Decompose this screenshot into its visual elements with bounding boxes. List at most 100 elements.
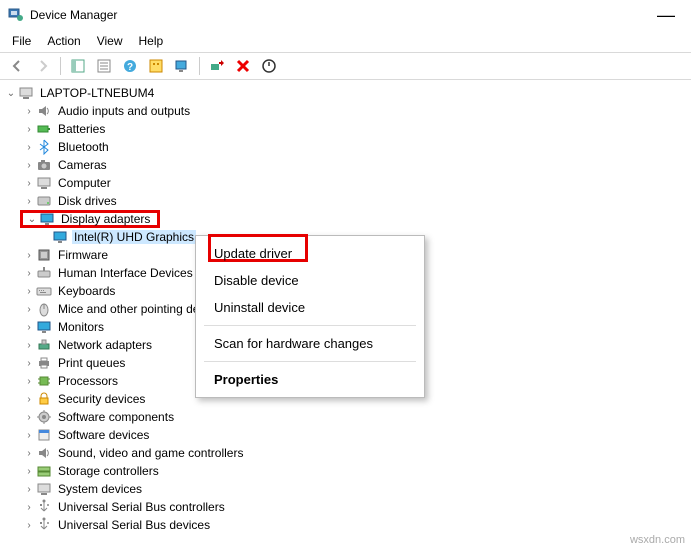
battery-icon	[36, 121, 52, 137]
tree-item-sound[interactable]: › Sound, video and game controllers	[4, 444, 691, 462]
expand-icon[interactable]: ›	[22, 160, 36, 171]
tree-item-label: Security devices	[56, 392, 147, 406]
app-icon	[8, 7, 24, 23]
ctx-uninstall-device[interactable]: Uninstall device	[196, 294, 424, 321]
monitor-icon	[36, 319, 52, 335]
ctx-disable-device[interactable]: Disable device	[196, 267, 424, 294]
mouse-icon	[36, 301, 52, 317]
help-button[interactable]: ?	[119, 55, 141, 77]
system-icon	[36, 481, 52, 497]
ctx-properties[interactable]: Properties	[196, 366, 424, 393]
update-driver-button[interactable]	[206, 55, 228, 77]
camera-icon	[36, 157, 52, 173]
audio-icon	[36, 103, 52, 119]
component-icon	[36, 409, 52, 425]
menubar: File Action View Help	[0, 30, 691, 52]
uninstall-button[interactable]	[232, 55, 254, 77]
expand-icon[interactable]: ›	[22, 124, 36, 135]
expand-icon[interactable]: ›	[22, 466, 36, 477]
expand-icon[interactable]: ›	[22, 340, 36, 351]
expand-icon[interactable]: ›	[22, 376, 36, 387]
toolbar-separator	[60, 57, 61, 75]
cpu-icon	[36, 373, 52, 389]
tree-item-bluetooth[interactable]: › Bluetooth	[4, 138, 691, 156]
tree-item-label: Sound, video and game controllers	[56, 446, 245, 460]
tree-item-label: Software devices	[56, 428, 151, 442]
keyboard-icon	[36, 283, 52, 299]
properties-button[interactable]	[93, 55, 115, 77]
tree-item-disk-drives[interactable]: ›Disk drives	[4, 192, 691, 210]
printer-icon	[36, 355, 52, 371]
ctx-scan-hardware[interactable]: Scan for hardware changes	[196, 330, 424, 357]
tree-item-label: Print queues	[56, 356, 127, 370]
computer-icon	[18, 85, 34, 101]
expand-icon[interactable]: ›	[22, 502, 36, 513]
expand-icon[interactable]: ›	[22, 304, 36, 315]
back-button[interactable]	[6, 55, 28, 77]
expand-icon[interactable]: ›	[22, 322, 36, 333]
scan-button[interactable]	[171, 55, 193, 77]
tree-item-label: Bluetooth	[56, 140, 111, 154]
window-title: Device Manager	[30, 8, 649, 22]
tree-item-cameras[interactable]: › Cameras	[4, 156, 691, 174]
forward-button[interactable]	[32, 55, 54, 77]
software-icon	[36, 427, 52, 443]
toolbar-separator	[199, 57, 200, 75]
tree-item-label: Intel(R) UHD Graphics	[72, 230, 196, 244]
tree-item-usb-controllers[interactable]: › Universal Serial Bus controllers	[4, 498, 691, 516]
security-icon	[36, 391, 52, 407]
expand-icon[interactable]: ›	[22, 286, 36, 297]
expand-icon[interactable]: ›	[22, 250, 36, 261]
watermark: wsxdn.com	[630, 534, 685, 546]
expand-icon[interactable]: ›	[22, 520, 36, 531]
tree-item-system[interactable]: › System devices	[4, 480, 691, 498]
expand-icon[interactable]: ›	[22, 484, 36, 495]
tree-item-label: Display adapters	[59, 212, 152, 226]
show-hide-button[interactable]	[67, 55, 89, 77]
context-menu: Update driver Disable device Uninstall d…	[195, 235, 425, 398]
menu-action[interactable]: Action	[41, 32, 86, 50]
expand-icon[interactable]: ›	[22, 142, 36, 153]
tree-item-label: System devices	[56, 482, 144, 496]
tree-item-usb-devices[interactable]: › Universal Serial Bus devices	[4, 516, 691, 534]
expand-icon[interactable]: ›	[22, 106, 36, 117]
tree-item-label: Network adapters	[56, 338, 154, 352]
expand-icon[interactable]: ›	[22, 268, 36, 279]
disable-button[interactable]	[258, 55, 280, 77]
action-button[interactable]	[145, 55, 167, 77]
minimize-button[interactable]: —	[649, 5, 683, 26]
expand-icon[interactable]: ⌄	[4, 88, 18, 99]
tree-root[interactable]: ⌄ LAPTOP-LTNEBUM4	[4, 84, 691, 102]
tree-item-label: Firmware	[56, 248, 110, 262]
display-icon	[52, 229, 68, 245]
device-tree[interactable]: ⌄ LAPTOP-LTNEBUM4 ›Audio inputs and outp…	[0, 80, 691, 538]
bluetooth-icon	[36, 139, 52, 155]
tree-item-storage[interactable]: ›Storage controllers	[4, 462, 691, 480]
tree-item-software-components[interactable]: ›Software components	[4, 408, 691, 426]
disk-icon	[36, 193, 52, 209]
tree-item-software-devices[interactable]: › Software devices	[4, 426, 691, 444]
titlebar: Device Manager —	[0, 0, 691, 30]
expand-icon[interactable]: ›	[22, 394, 36, 405]
ctx-update-driver[interactable]: Update driver	[196, 240, 424, 267]
tree-item-label: Cameras	[56, 158, 109, 172]
sound-icon	[36, 445, 52, 461]
toolbar: ?	[0, 52, 691, 80]
expand-icon[interactable]: ›	[22, 448, 36, 459]
menu-file[interactable]: File	[6, 32, 37, 50]
expand-icon[interactable]: ›	[22, 178, 36, 189]
menu-help[interactable]: Help	[133, 32, 170, 50]
expand-icon[interactable]: ›	[22, 412, 36, 423]
tree-item-computer[interactable]: ›Computer	[4, 174, 691, 192]
tree-item-label: Universal Serial Bus controllers	[56, 500, 227, 514]
tree-root-label: LAPTOP-LTNEBUM4	[38, 86, 156, 100]
tree-item-audio[interactable]: ›Audio inputs and outputs	[4, 102, 691, 120]
tree-item-display-adapters[interactable]: ⌄ Display adapters	[20, 210, 160, 228]
tree-item-label: Universal Serial Bus devices	[56, 518, 212, 532]
menu-view[interactable]: View	[91, 32, 129, 50]
expand-icon[interactable]: ›	[22, 196, 36, 207]
collapse-icon[interactable]: ⌄	[25, 214, 39, 225]
expand-icon[interactable]: ›	[22, 430, 36, 441]
expand-icon[interactable]: ›	[22, 358, 36, 369]
tree-item-batteries[interactable]: ›Batteries	[4, 120, 691, 138]
